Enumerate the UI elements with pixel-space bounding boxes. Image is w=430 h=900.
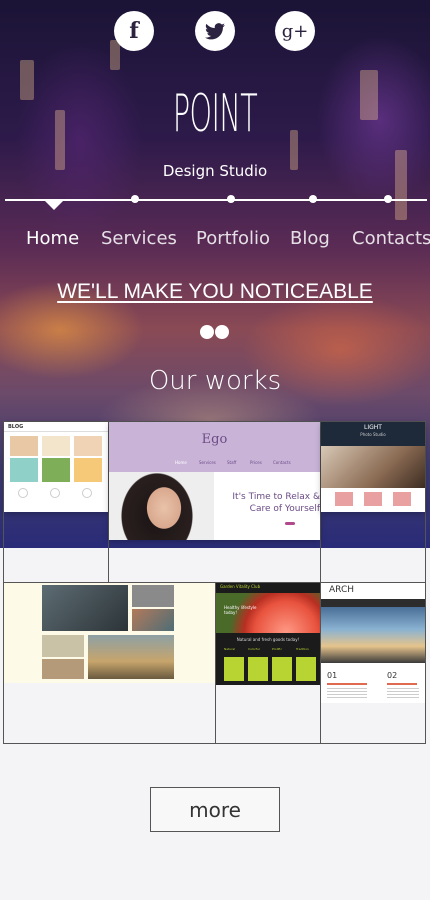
thumb-image <box>74 436 102 456</box>
nav-dot <box>131 195 139 203</box>
slider-dot[interactable] <box>200 325 214 339</box>
thumb-menu-item: Home <box>175 460 187 465</box>
thumb-banner: Healthy lifestyle today! <box>224 605 257 615</box>
thumb-image <box>42 659 84 679</box>
portfolio-thumb-arch[interactable]: ARCH 01 02 <box>321 583 425 703</box>
thumb-image <box>42 635 84 657</box>
thumb-col-label: Prolific <box>272 647 282 651</box>
thumb-logo: ARCH <box>329 585 355 595</box>
thumb-note: Natural and fresh goods today! <box>236 637 300 642</box>
nav-dot <box>384 195 392 203</box>
works-title: Our works <box>148 366 282 396</box>
thumb-icon <box>18 488 28 498</box>
thumb-dots <box>285 522 295 525</box>
city-light <box>395 150 407 220</box>
thumb-image <box>88 635 174 679</box>
site-tagline: Design Studio <box>162 162 268 180</box>
thumb-line <box>327 683 367 685</box>
nav-item-services[interactable]: Services <box>101 228 177 249</box>
slider-dot[interactable] <box>215 325 229 339</box>
portfolio-thumb-blog[interactable]: BLOG <box>4 422 108 512</box>
thumb-text: Care of Yourself <box>249 504 320 514</box>
nav-dot <box>309 195 317 203</box>
thumb-col <box>224 657 244 681</box>
thumb-text: It's Time to Relax & <box>232 492 320 502</box>
thumb-menu-item: Staff <box>227 460 237 465</box>
thumb-text-lines <box>327 688 367 698</box>
city-light <box>20 60 34 100</box>
facebook-icon[interactable]: f <box>114 11 154 51</box>
thumb-logo: Garden Vitality Club <box>220 584 261 589</box>
portfolio-thumb-ego[interactable]: Ego Home Services Staff Prices Contacts … <box>109 422 320 540</box>
thumb-col-label: Tradition <box>296 647 309 651</box>
city-light <box>55 110 65 170</box>
thumb-image <box>42 458 70 482</box>
thumb-menu-item: Services <box>199 460 216 465</box>
thumb-col <box>248 657 268 681</box>
thumb-image <box>10 436 38 456</box>
thumb-menu-item: Contacts <box>273 460 291 465</box>
nav-active-pointer <box>44 200 64 210</box>
thumb-portrait <box>109 472 214 540</box>
thumb-text-lines <box>387 688 419 698</box>
portfolio-thumb-photo[interactable] <box>4 583 215 683</box>
thumb-image <box>42 436 70 456</box>
thumb-image <box>321 446 425 488</box>
google-plus-icon[interactable]: g+ <box>275 11 315 51</box>
nav-item-home[interactable]: Home <box>26 228 79 249</box>
site-logo[interactable]: POINT <box>97 84 334 144</box>
nav-dot <box>227 195 235 203</box>
thumb-menu <box>321 599 425 607</box>
thumb-image <box>10 458 38 482</box>
thumb-number: 01 <box>327 671 338 680</box>
thumb-col-label: Colorful <box>248 647 260 651</box>
nav-line <box>5 199 427 201</box>
thumb-box <box>335 492 353 506</box>
thumb-number: 02 <box>387 671 398 680</box>
thumb-menu-item: Prices <box>250 460 262 465</box>
thumb-icon <box>50 488 60 498</box>
twitter-icon[interactable] <box>195 11 235 51</box>
thumb-sub: Photo Studio <box>360 432 386 437</box>
thumb-box <box>393 492 411 506</box>
thumb-logo: Ego <box>201 432 228 447</box>
nav-item-contacts[interactable]: Contacts <box>352 228 430 249</box>
thumb-col-label: Natural <box>224 647 236 651</box>
thumb-line <box>387 683 417 685</box>
thumb-col <box>296 657 316 681</box>
hero-headline-link[interactable]: WE'LL MAKE YOU NOTICEABLE <box>0 280 430 304</box>
portfolio-thumb-light[interactable]: LIGHT Photo Studio <box>321 422 425 512</box>
thumb-logo: BLOG <box>8 424 24 430</box>
thumb-icon <box>82 488 92 498</box>
thumb-image <box>42 585 128 631</box>
thumb-image <box>321 607 425 663</box>
portfolio-thumb-garden[interactable]: Garden Vitality Club Healthy lifestyle t… <box>216 583 320 685</box>
more-button[interactable]: more <box>150 787 280 832</box>
city-light <box>360 70 378 120</box>
thumb-logo: LIGHT <box>364 424 382 431</box>
nav-item-blog[interactable]: Blog <box>290 228 330 249</box>
thumb-image <box>132 609 174 631</box>
thumb-image <box>74 458 102 482</box>
thumb-col <box>272 657 292 681</box>
thumb-image <box>132 585 174 607</box>
nav-item-portfolio[interactable]: Portfolio <box>196 228 270 249</box>
thumb-box <box>364 492 382 506</box>
